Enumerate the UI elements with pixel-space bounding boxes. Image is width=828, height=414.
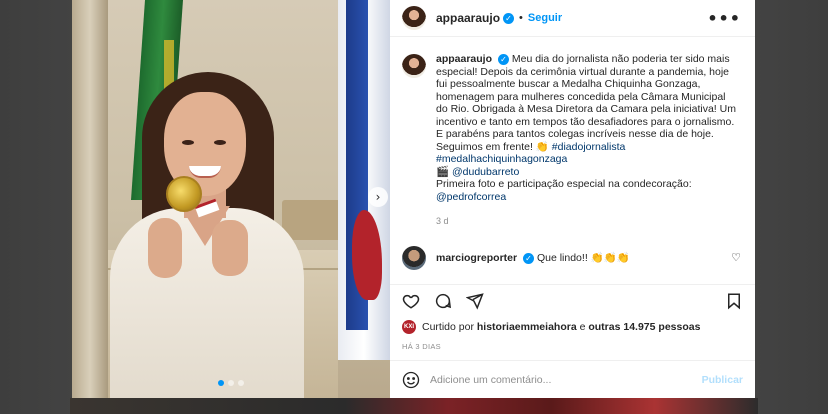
person-eye-left xyxy=(182,140,194,145)
caption-line-congrats: E parabéns para tantos colegas incríveis… xyxy=(436,128,714,140)
carousel-dot xyxy=(218,380,224,386)
medal-image xyxy=(166,176,202,212)
caption-line-photo: Primeira foto e participação especial na… xyxy=(436,178,692,190)
post-details-panel: appaaraujo ✓ • Seguir ••• appaaraujo ✓ M… xyxy=(390,0,755,398)
hashtag-diadojornalista[interactable]: #diadojornalista xyxy=(552,141,626,153)
person-hand-left xyxy=(148,218,182,278)
comment-input[interactable] xyxy=(430,373,670,386)
comments-area[interactable]: appaaraujo ✓ Meu dia do jornalista não p… xyxy=(390,37,755,284)
follow-button[interactable]: Seguir xyxy=(528,12,562,24)
save-bookmark-icon[interactable] xyxy=(725,292,743,310)
share-paper-plane-icon[interactable] xyxy=(466,292,484,310)
caption-username[interactable]: appaaraujo xyxy=(436,53,492,65)
caption-avatar[interactable] xyxy=(402,54,426,78)
author-username[interactable]: appaaraujo xyxy=(436,11,500,25)
commenter-avatar[interactable] xyxy=(402,245,426,270)
publish-button[interactable]: Publicar xyxy=(702,374,743,386)
mention-pedrofcorrea[interactable]: @pedrofcorrea xyxy=(436,191,506,203)
comment-text: marciogreporter ✓ Que lindo!! 👏👏👏 xyxy=(436,251,630,264)
caption-line-forward: Seguimos em frente! 👏 xyxy=(436,140,549,153)
emoji-icon[interactable] xyxy=(402,371,420,389)
comment-item: marciogreporter ✓ Que lindo!! 👏👏👏 ♡ xyxy=(402,245,741,270)
carousel-dot xyxy=(238,380,244,386)
comment-bubble-icon[interactable] xyxy=(434,292,452,310)
post-modal: › appaaraujo ✓ • Seguir ••• appaaraujo ✓… xyxy=(72,0,755,398)
mention-dudubarreto[interactable]: @dudubarreto xyxy=(452,166,519,178)
more-options-icon[interactable]: ••• xyxy=(707,9,741,28)
caption-time: 3 d xyxy=(436,216,449,226)
person-smile xyxy=(189,166,221,178)
header-separator: • xyxy=(519,12,523,24)
carousel-dots xyxy=(72,380,390,386)
like-heart-icon[interactable] xyxy=(402,292,420,310)
camera-emoji-icon: 🎬 xyxy=(436,165,450,178)
post-actions xyxy=(390,284,755,316)
add-comment-bar: Publicar xyxy=(390,360,755,398)
caption: appaaraujo ✓ Meu dia do jornalista não p… xyxy=(402,53,741,228)
likes-summary: KXI Curtido por historiaemmeiahora e out… xyxy=(390,316,755,338)
photo-person xyxy=(94,70,304,398)
hashtag-medalhachiquinhagonzaga[interactable]: #medalhachiquinhagonzaga xyxy=(436,153,567,165)
backdrop-next-post-strip xyxy=(70,398,758,414)
author-avatar[interactable] xyxy=(402,6,426,30)
post-photo[interactable]: › xyxy=(72,0,390,398)
caption-verified-badge-icon: ✓ xyxy=(497,54,509,65)
post-date: HÁ 3 DIAS xyxy=(402,342,441,351)
commenter-username[interactable]: marciogreporter xyxy=(436,252,517,264)
liker-avatar[interactable]: KXI xyxy=(402,320,416,334)
carousel-dot xyxy=(228,380,234,386)
likes-prefix: Curtido por xyxy=(422,321,474,333)
comment-body: Que lindo!! 👏👏👏 xyxy=(536,252,630,264)
likes-others-link[interactable]: outras 14.975 pessoas xyxy=(588,321,700,333)
post-header: appaaraujo ✓ • Seguir ••• xyxy=(390,0,755,37)
liker-username[interactable]: historiaemmeiahora xyxy=(477,321,577,333)
caption-body: appaaraujo ✓ Meu dia do jornalista não p… xyxy=(436,53,736,228)
person-hand-right xyxy=(212,220,248,276)
person-eye-right xyxy=(214,140,226,145)
comment-like-heart-icon[interactable]: ♡ xyxy=(731,251,741,264)
commenter-verified-badge-icon: ✓ xyxy=(523,253,535,264)
verified-badge-icon: ✓ xyxy=(503,12,515,24)
carousel-next-button[interactable]: › xyxy=(368,187,388,207)
likes-conjunction: e xyxy=(579,321,586,333)
